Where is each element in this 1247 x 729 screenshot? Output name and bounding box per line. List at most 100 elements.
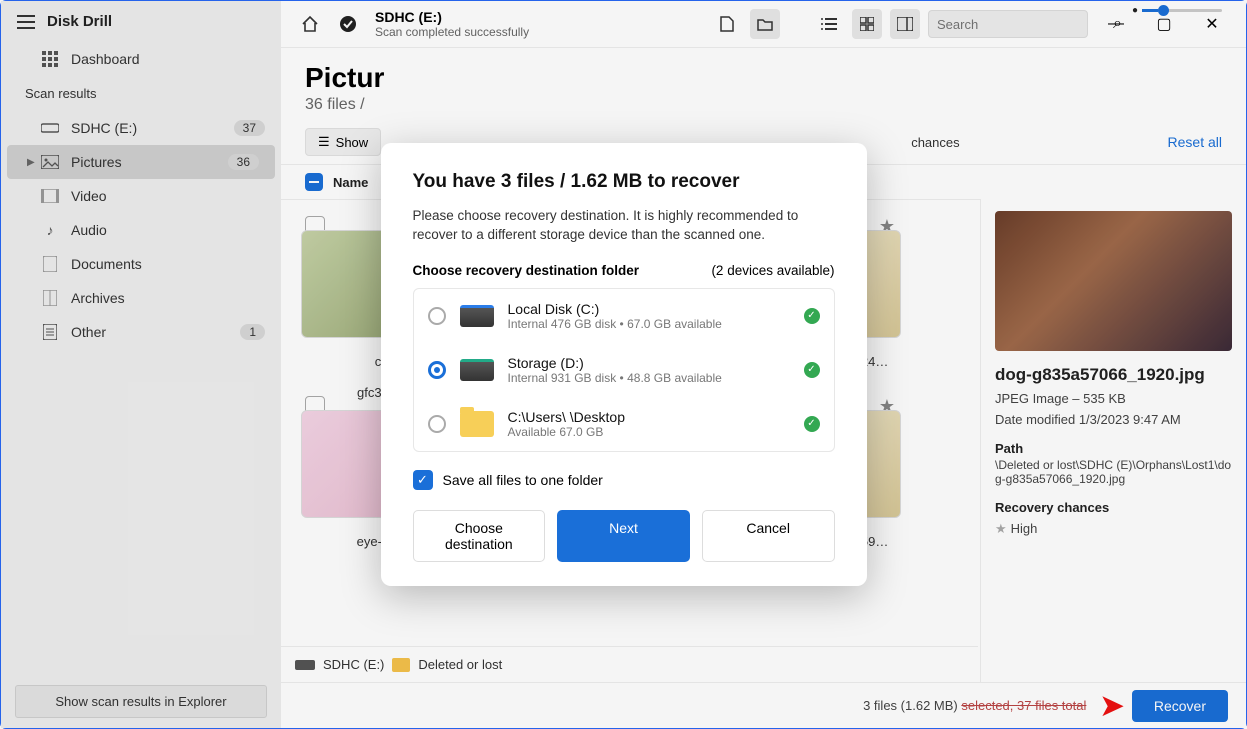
sidebar-item-label: Dashboard bbox=[71, 51, 140, 67]
sidebar-item-archives[interactable]: Archives bbox=[1, 281, 281, 315]
sidebar-item-sdhc[interactable]: SDHC (E:) 37 bbox=[1, 111, 281, 145]
breadcrumb-drive[interactable]: SDHC (E:) bbox=[323, 657, 384, 672]
dest-title: Storage (D:) bbox=[508, 355, 790, 371]
sidebar-item-label: SDHC (E:) bbox=[71, 120, 137, 136]
breadcrumb-folder[interactable]: Deleted or lost bbox=[418, 657, 502, 672]
show-in-explorer-button[interactable]: Show scan results in Explorer bbox=[15, 685, 267, 718]
chances-filter[interactable]: chances bbox=[911, 135, 959, 150]
preview-chances: ★High bbox=[995, 521, 1232, 537]
breadcrumb: SDHC (E:) Deleted or lost bbox=[281, 646, 978, 682]
destination-storage-d[interactable]: Storage (D:) Internal 931 GB disk • 48.8… bbox=[414, 343, 834, 397]
dest-title: Local Disk (C:) bbox=[508, 301, 790, 317]
sidebar-section-title: Scan results bbox=[1, 76, 281, 111]
radio-button[interactable] bbox=[428, 307, 446, 325]
sidebar: Disk Drill Dashboard Scan results SDHC (… bbox=[1, 1, 281, 728]
preview-image bbox=[995, 211, 1232, 351]
home-icon[interactable] bbox=[295, 9, 325, 39]
video-icon bbox=[41, 187, 59, 205]
sidebar-bottom: Show scan results in Explorer bbox=[1, 675, 281, 728]
preview-type-size: JPEG Image – 535 KB bbox=[995, 391, 1232, 406]
modal-subhead: Choose recovery destination folder (2 de… bbox=[413, 263, 835, 278]
radio-button[interactable] bbox=[428, 361, 446, 379]
radio-button[interactable] bbox=[428, 415, 446, 433]
page-title: Pictur bbox=[305, 62, 1222, 94]
chevron-right-icon: ▶ bbox=[27, 157, 35, 168]
list-view-icon[interactable] bbox=[814, 9, 844, 39]
destination-local-c[interactable]: Local Disk (C:) Internal 476 GB disk • 6… bbox=[414, 289, 834, 343]
choose-destination-button[interactable]: Choose destination bbox=[413, 510, 546, 562]
choose-label: Choose recovery destination folder bbox=[413, 263, 640, 278]
sidebar-badge: 37 bbox=[234, 120, 265, 136]
panel-view-icon[interactable] bbox=[890, 9, 920, 39]
folder-icon bbox=[460, 411, 494, 437]
show-filter-button[interactable]: ☰ Show bbox=[305, 128, 381, 156]
sidebar-item-video[interactable]: Video bbox=[1, 179, 281, 213]
dest-sub: Available 67.0 GB bbox=[508, 425, 790, 439]
destination-list: Local Disk (C:) Internal 476 GB disk • 6… bbox=[413, 288, 835, 452]
sidebar-item-label: Pictures bbox=[71, 154, 122, 170]
col-name[interactable]: Name bbox=[333, 175, 368, 190]
topbar: SDHC (E:) Scan completed successfully ⌕ … bbox=[281, 1, 1246, 48]
folder-icon bbox=[392, 658, 410, 672]
modal-title: You have 3 files / 1.62 MB to recover bbox=[413, 171, 835, 193]
drive-title: SDHC (E:) bbox=[375, 9, 529, 25]
dest-sub: Internal 931 GB disk • 48.8 GB available bbox=[508, 371, 790, 385]
search-box[interactable]: ⌕ bbox=[928, 10, 1088, 38]
grid-view-icon[interactable] bbox=[852, 9, 882, 39]
file-icon[interactable] bbox=[712, 9, 742, 39]
star-icon: ★ bbox=[995, 521, 1007, 536]
sidebar-item-label: Audio bbox=[71, 222, 107, 238]
minimize-button[interactable]: ― bbox=[1096, 9, 1136, 39]
sidebar-item-label: Documents bbox=[71, 256, 142, 272]
other-icon bbox=[41, 323, 59, 341]
sidebar-header: Disk Drill bbox=[1, 1, 281, 42]
sidebar-badge: 36 bbox=[228, 154, 259, 170]
sidebar-item-dashboard[interactable]: Dashboard bbox=[1, 42, 281, 76]
modal-buttons: Choose destination Next Cancel bbox=[413, 510, 835, 562]
menu-icon[interactable] bbox=[17, 15, 35, 29]
folder-icon[interactable] bbox=[750, 9, 780, 39]
check-icon: ✓ bbox=[804, 308, 820, 324]
save-one-folder-option[interactable]: ✓ Save all files to one folder bbox=[413, 470, 835, 490]
check-icon: ✓ bbox=[804, 362, 820, 378]
thumbnail-size-slider[interactable]: ● bbox=[1132, 5, 1222, 16]
preview-filename: dog-g835a57066_1920.jpg bbox=[995, 365, 1232, 385]
dest-title: C:\Users\ \Desktop bbox=[508, 409, 790, 425]
preview-panel: ⧉ dog-g835a57066_1920.jpg JPEG Image – 5… bbox=[980, 199, 1246, 682]
destination-desktop[interactable]: C:\Users\ \Desktop Available 67.0 GB ✓ bbox=[414, 397, 834, 451]
save-one-label: Save all files to one folder bbox=[443, 472, 603, 488]
recover-button[interactable]: Recover bbox=[1132, 690, 1228, 722]
archive-icon bbox=[41, 289, 59, 307]
cancel-button[interactable]: Cancel bbox=[702, 510, 835, 562]
sidebar-item-label: Video bbox=[71, 188, 107, 204]
sidebar-item-pictures[interactable]: ▶ Pictures 36 bbox=[7, 145, 275, 179]
sidebar-item-documents[interactable]: Documents bbox=[1, 247, 281, 281]
picture-icon bbox=[41, 153, 59, 171]
preview-path-label: Path bbox=[995, 441, 1232, 456]
search-input[interactable] bbox=[937, 17, 1113, 32]
sidebar-item-label: Archives bbox=[71, 290, 125, 306]
footer-summary: 3 files (1.62 MB) selected, 37 files tot… bbox=[863, 698, 1086, 713]
devices-note: (2 devices available) bbox=[711, 263, 834, 278]
page-header: Pictur 36 files / bbox=[281, 48, 1246, 120]
next-button[interactable]: Next bbox=[557, 510, 690, 562]
sidebar-item-label: Other bbox=[71, 324, 106, 340]
disk-icon bbox=[460, 305, 494, 327]
document-icon bbox=[41, 255, 59, 273]
recovery-destination-modal: You have 3 files / 1.62 MB to recover Pl… bbox=[381, 143, 867, 586]
checkbox[interactable]: ✓ bbox=[413, 470, 433, 490]
preview-modified: Date modified 1/3/2023 9:47 AM bbox=[995, 412, 1232, 427]
sidebar-item-other[interactable]: Other 1 bbox=[1, 315, 281, 349]
drive-info: SDHC (E:) Scan completed successfully bbox=[375, 9, 529, 39]
page-subtitle: 36 files / bbox=[305, 96, 1222, 114]
select-all-checkbox[interactable] bbox=[305, 173, 323, 191]
check-circle-icon bbox=[333, 9, 363, 39]
preview-chances-label: Recovery chances bbox=[995, 500, 1232, 515]
audio-icon: ♪ bbox=[41, 221, 59, 239]
app-title: Disk Drill bbox=[47, 13, 112, 30]
footer: 3 files (1.62 MB) selected, 37 files tot… bbox=[281, 682, 1246, 728]
drive-status: Scan completed successfully bbox=[375, 25, 529, 39]
drive-icon bbox=[295, 660, 315, 670]
sidebar-item-audio[interactable]: ♪ Audio bbox=[1, 213, 281, 247]
reset-all-link[interactable]: Reset all bbox=[1168, 134, 1222, 150]
